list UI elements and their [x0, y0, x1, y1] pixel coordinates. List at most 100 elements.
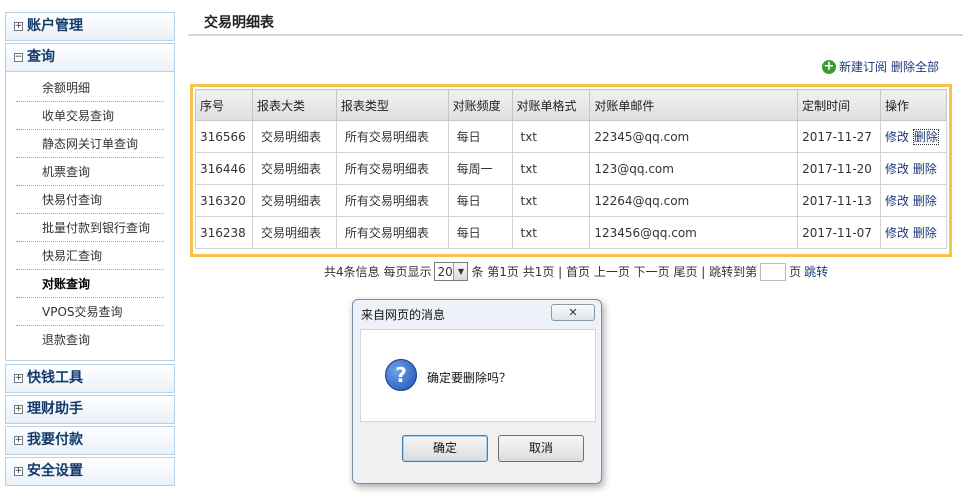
subscription-table: 序号 报表大类 报表类型 对账频度 对账单格式 对账单邮件 定制时间 操作 31… — [195, 89, 947, 249]
sidebar-section-tools[interactable]: + 快钱工具 — [5, 364, 175, 393]
sidebar-item-quickpay-query[interactable]: 快易付查询 — [16, 186, 164, 214]
edit-link[interactable]: 修改 — [885, 162, 909, 176]
collapse-icon: − — [14, 52, 23, 62]
column-header: 对账单邮件 — [589, 89, 799, 121]
new-subscription-link[interactable]: 新建订阅 — [839, 58, 887, 75]
cell-format: txt — [511, 152, 591, 185]
column-header: 定制时间 — [797, 89, 882, 121]
sidebar-section-security[interactable]: + 安全设置 — [5, 457, 175, 486]
cell-id: 316238 — [195, 216, 253, 249]
table-row: 316320 交易明细表 所有交易明细表 每日 txt 12264@qq.com… — [195, 184, 947, 217]
cell-date: 2017-11-07 — [797, 216, 882, 249]
cell-actions: 修改 删除 — [880, 216, 947, 249]
sidebar-section-payment[interactable]: + 我要付款 — [5, 426, 175, 455]
cell-type: 所有交易明细表 — [335, 120, 449, 153]
question-icon: ? — [385, 359, 417, 391]
cell-email: 123@qq.com — [589, 152, 799, 185]
cell-actions: 修改 删除 — [880, 120, 947, 153]
dialog-body: ? 确定要删除吗？ — [360, 329, 596, 422]
table-header-row: 序号 报表大类 报表类型 对账频度 对账单格式 对账单邮件 定制时间 操作 — [195, 89, 947, 121]
table-row: 316566 交易明细表 所有交易明细表 每日 txt 22345@qq.com… — [195, 120, 947, 153]
page-title: 交易明细表 — [188, 0, 963, 36]
sidebar-section-label: 理财助手 — [27, 401, 83, 417]
sidebar-section-label: 安全设置 — [27, 463, 83, 479]
sidebar-item-quick-remit-query[interactable]: 快易汇查询 — [16, 242, 164, 270]
sidebar-item-ticket-query[interactable]: 机票查询 — [16, 158, 164, 186]
edit-link[interactable]: 修改 — [885, 226, 909, 240]
confirm-dialog: 来自网页的消息 ✕ ? 确定要删除吗？ 确定 取消 — [352, 299, 602, 484]
query-submenu: 余额明细 收单交易查询 静态网关订单查询 机票查询 快易付查询 批量付款到银行查… — [5, 72, 175, 361]
sidebar-section-label: 账户管理 — [27, 18, 83, 34]
sidebar-item-reconciliation-query[interactable]: 对账查询 — [16, 270, 164, 298]
column-header: 报表类型 — [335, 89, 449, 121]
sidebar: + 账户管理 − 查询 余额明细 收单交易查询 静态网关订单查询 机票查询 快易… — [5, 12, 175, 488]
sidebar-section-account[interactable]: + 账户管理 — [5, 12, 175, 41]
cell-date: 2017-11-13 — [797, 184, 882, 217]
close-icon[interactable]: ✕ — [551, 304, 595, 321]
page-size-select[interactable]: 20 ▼ — [434, 262, 469, 281]
sidebar-section-finance[interactable]: + 理财助手 — [5, 395, 175, 424]
subscription-actions: + 新建订阅 删除全部 — [821, 58, 939, 75]
delete-link[interactable]: 删除 — [913, 162, 937, 176]
cell-frequency: 每日 — [447, 184, 513, 217]
cell-format: txt — [511, 216, 591, 249]
cell-type: 所有交易明细表 — [335, 216, 449, 249]
cell-email: 22345@qq.com — [589, 120, 799, 153]
column-header: 报表大类 — [251, 89, 337, 121]
cell-email: 123456@qq.com — [589, 216, 799, 249]
sidebar-item-batch-pay-query[interactable]: 批量付款到银行查询 — [16, 214, 164, 242]
expand-icon: + — [14, 373, 23, 383]
sidebar-section-label: 快钱工具 — [27, 370, 83, 386]
delete-link[interactable]: 删除 — [913, 194, 937, 208]
expand-icon: + — [14, 435, 23, 445]
page-unit: 页 — [789, 265, 802, 279]
cell-format: txt — [511, 184, 591, 217]
cell-frequency: 每日 — [447, 120, 513, 153]
dialog-footer: 确定 取消 — [360, 422, 596, 476]
dialog-message: 确定要删除吗？ — [427, 371, 512, 385]
cell-category: 交易明细表 — [251, 184, 337, 217]
delete-link[interactable]: 删除 — [912, 129, 939, 145]
column-header: 对账单格式 — [511, 89, 591, 121]
cell-category: 交易明细表 — [251, 152, 337, 185]
table-row: 316238 交易明细表 所有交易明细表 每日 txt 123456@qq.co… — [195, 216, 947, 249]
sidebar-item-vpos-query[interactable]: VPOS交易查询 — [16, 298, 164, 326]
column-header: 序号 — [195, 89, 253, 121]
pagination: 共4条信息 每页显示 20 ▼ 条 第1页 共1页 | 首页 上一页 下一页 尾… — [324, 262, 828, 281]
sidebar-section-label: 我要付款 — [27, 432, 83, 448]
pager-info: 共4条信息 每页显示 — [324, 265, 432, 279]
cell-id: 316446 — [195, 152, 253, 185]
cell-frequency: 每日 — [447, 216, 513, 249]
cell-email: 12264@qq.com — [589, 184, 799, 217]
sidebar-item-balance-detail[interactable]: 余额明细 — [16, 74, 164, 102]
cell-date: 2017-11-27 — [797, 120, 882, 153]
cell-id: 316566 — [195, 120, 253, 153]
cell-frequency: 每周一 — [447, 152, 513, 185]
page-number-input[interactable] — [760, 262, 787, 281]
expand-icon: + — [14, 21, 23, 31]
sidebar-item-refund-query[interactable]: 退款查询 — [16, 326, 164, 354]
cell-actions: 修改 删除 — [880, 184, 947, 217]
dialog-title: 来自网页的消息 — [361, 308, 446, 322]
cell-category: 交易明细表 — [251, 120, 337, 153]
edit-link[interactable]: 修改 — [885, 130, 909, 144]
sidebar-section-query[interactable]: − 查询 — [5, 43, 175, 72]
delete-link[interactable]: 删除 — [913, 226, 937, 240]
ok-button[interactable]: 确定 — [402, 435, 488, 462]
sidebar-item-gateway-order-query[interactable]: 静态网关订单查询 — [16, 130, 164, 158]
jump-link[interactable]: 跳转 — [804, 263, 828, 280]
expand-icon: + — [14, 404, 23, 414]
cell-actions: 修改 删除 — [880, 152, 947, 185]
cell-id: 316320 — [195, 184, 253, 217]
plus-icon: + — [821, 58, 836, 74]
edit-link[interactable]: 修改 — [885, 194, 909, 208]
cell-type: 所有交易明细表 — [335, 184, 449, 217]
pager-nav: 条 第1页 共1页 | 首页 上一页 下一页 尾页 | 跳转到第 — [471, 265, 758, 279]
cell-date: 2017-11-20 — [797, 152, 882, 185]
sidebar-item-acquiring-query[interactable]: 收单交易查询 — [16, 102, 164, 130]
table-row: 316446 交易明细表 所有交易明细表 每周一 txt 123@qq.com … — [195, 152, 947, 185]
sidebar-section-label: 查询 — [27, 49, 55, 65]
cancel-button[interactable]: 取消 — [498, 435, 584, 462]
delete-all-link[interactable]: 删除全部 — [891, 58, 939, 75]
column-header: 操作 — [880, 89, 947, 121]
